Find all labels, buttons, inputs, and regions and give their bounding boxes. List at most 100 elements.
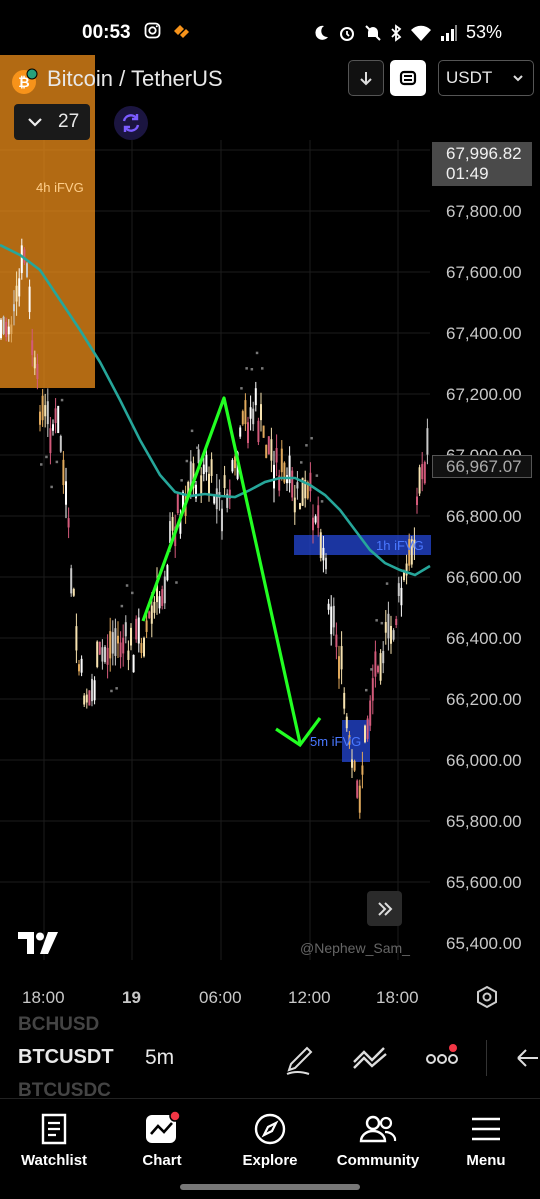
ticker-current[interactable]: BTCUSDT (18, 1046, 114, 1069)
candle-body (397, 583, 400, 597)
candle-body (36, 363, 39, 380)
parabolic-sar-dots (40, 351, 389, 693)
nav-menu[interactable]: Menu (436, 1099, 536, 1189)
pencil-icon[interactable] (283, 1040, 315, 1076)
candle-body (148, 611, 151, 619)
candle-body (254, 388, 257, 406)
price-axis-label: 66,000.00 (446, 751, 522, 770)
candle-body (314, 516, 317, 523)
candle-body (20, 245, 23, 274)
candle-body (18, 278, 21, 297)
candle-body (10, 324, 13, 335)
candle-body (319, 532, 322, 558)
price-axis-label: 66,400.00 (446, 629, 522, 648)
wifi-icon (410, 25, 431, 41)
candle-body (140, 643, 143, 653)
community-icon (359, 1115, 397, 1143)
scroll-down-button[interactable] (348, 60, 384, 96)
drawing-tools-icon[interactable] (352, 1040, 388, 1076)
candle-body (400, 587, 403, 606)
undo-icon[interactable] (512, 1040, 540, 1076)
sar-dot (375, 619, 378, 622)
candle-body (236, 452, 239, 479)
zone-label-4h: 4h iFVG (36, 180, 84, 195)
candle-body (109, 631, 112, 659)
price-axis-label: 66,800.00 (446, 507, 522, 526)
candle-body (356, 780, 359, 798)
candle-body (28, 286, 31, 313)
more-options-icon[interactable] (425, 1040, 459, 1076)
interval-selector[interactable]: 5m (145, 1046, 174, 1070)
time-axis-label: 06:00 (199, 988, 242, 1007)
price-axis-label: 67,200.00 (446, 385, 522, 404)
ticker-previous[interactable]: BCHUSD (18, 1014, 99, 1036)
candle-body (200, 475, 203, 495)
axis-settings-icon[interactable] (475, 985, 499, 1009)
compare-button[interactable] (390, 60, 426, 96)
price-axis-label: 66,200.00 (446, 690, 522, 709)
candle-body (353, 761, 356, 771)
candle-body (31, 340, 34, 356)
nav-chart[interactable]: Chart (112, 1099, 212, 1189)
instagram-icon (144, 22, 161, 39)
nav-community[interactable]: Community (328, 1099, 428, 1189)
candle-body (41, 395, 44, 421)
chevron-down-icon (513, 75, 523, 82)
price-axis-label: 67,400.00 (446, 324, 522, 343)
candle-body (179, 514, 182, 534)
candle-body (101, 647, 104, 662)
candle-body (163, 576, 166, 604)
candle-body (83, 695, 86, 705)
candle-body (75, 626, 78, 651)
sar-dot (380, 621, 384, 625)
candle-body (283, 462, 286, 483)
candle-body (296, 482, 299, 489)
replay-button[interactable] (114, 106, 148, 140)
candle-body (291, 470, 294, 498)
candle-body (405, 563, 408, 576)
candle-body (327, 603, 330, 610)
candle-body (387, 613, 390, 639)
candle-body (270, 439, 273, 461)
currency-value: USDT (446, 68, 493, 87)
candle-body (299, 503, 301, 510)
candle-body (423, 462, 426, 484)
nav-explore[interactable]: Explore (220, 1099, 320, 1189)
candle-body (2, 316, 5, 334)
candle-body (252, 408, 255, 425)
candle-body (54, 408, 57, 424)
sar-dot (300, 461, 303, 464)
currency-select[interactable]: USDT (438, 60, 534, 96)
sar-dot (175, 581, 178, 584)
candle-body (215, 488, 218, 510)
candle-body (195, 484, 197, 499)
candle-body (330, 606, 333, 635)
candle-body (176, 494, 179, 514)
price-axis-label: 65,600.00 (446, 873, 522, 892)
tradingview-logo-icon (18, 932, 58, 954)
nav-watchlist[interactable]: Watchlist (4, 1099, 104, 1189)
compass-icon (254, 1113, 286, 1145)
price-axis-label: 65,800.00 (446, 812, 522, 831)
candle-body (309, 472, 312, 492)
candle-body (0, 319, 2, 339)
compare-icon (399, 70, 417, 86)
candle-body (322, 547, 325, 561)
candle-body (202, 464, 205, 475)
mute-icon (365, 24, 381, 41)
candle-body (304, 479, 307, 499)
candle-body (184, 493, 187, 516)
candle-body (161, 589, 164, 606)
zone-label-5m: 5m iFVG (310, 734, 362, 749)
candle-body (234, 456, 236, 469)
scroll-to-realtime-button[interactable] (367, 891, 402, 926)
indicator-collapse-button[interactable]: 27 (14, 104, 90, 140)
battery-level: 53% (465, 22, 502, 42)
candle-body (124, 622, 127, 637)
sar-dot (261, 367, 264, 370)
candle-body (247, 422, 249, 444)
candle-body (197, 449, 200, 464)
symbol-title[interactable]: Bitcoin / TetherUS (47, 66, 223, 92)
candle-body (187, 481, 190, 497)
sar-dot (55, 460, 59, 464)
